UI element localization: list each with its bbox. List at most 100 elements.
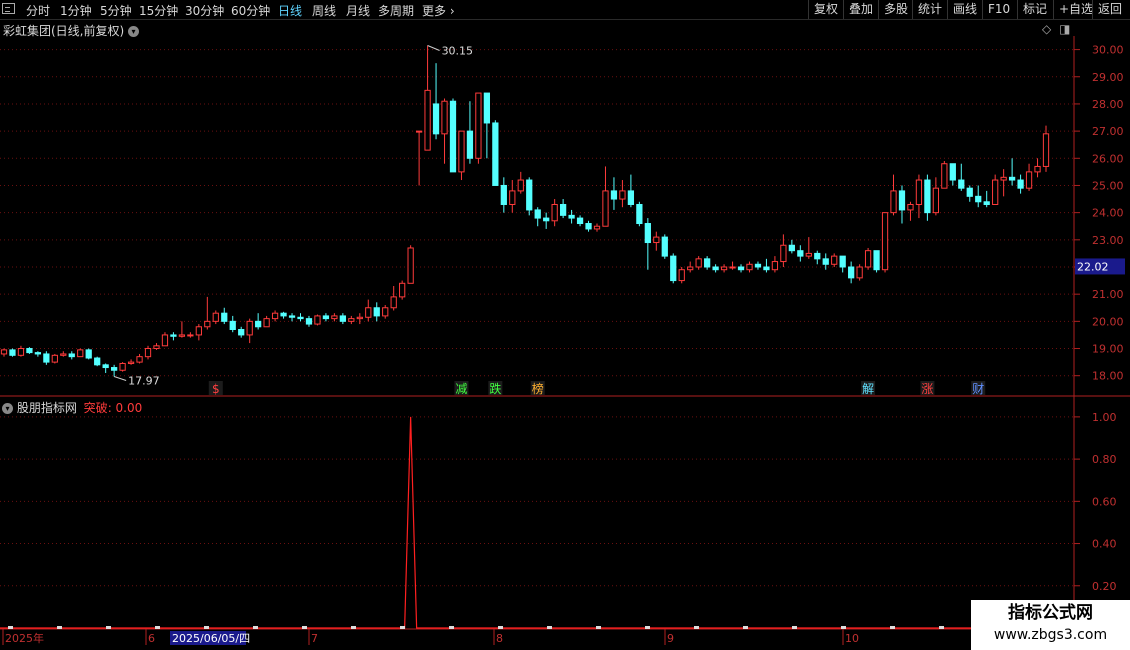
candle-120 (1017, 179, 1024, 189)
candle-121 (1025, 171, 1033, 189)
x-tick-label-1: 6 (148, 632, 155, 645)
marker-5: 涨 (921, 381, 933, 396)
candle-69 (585, 223, 592, 230)
candle-12 (102, 364, 109, 369)
x-tick-label-0: 2025年 (5, 631, 44, 645)
candle-25 (212, 312, 219, 322)
y-tick-label-7: 23.00 (1092, 234, 1124, 247)
candle-91 (771, 261, 779, 271)
candle-4 (34, 352, 42, 355)
candle-109 (924, 179, 931, 214)
candle-105 (890, 190, 897, 214)
period-tab-1[interactable]: 1分钟 (60, 2, 92, 19)
period-tab-2[interactable]: 5分钟 (100, 2, 132, 19)
chevron-down-icon[interactable]: ▾ (128, 26, 140, 37)
indicator-baseline-dot-12 (596, 626, 601, 629)
period-tab-3[interactable]: 15分钟 (139, 2, 178, 19)
candle-56 (475, 92, 482, 159)
candle-73 (619, 190, 626, 200)
period-tab-5[interactable]: 60分钟 (231, 2, 270, 19)
toolbar-button-2[interactable]: 多股 (878, 0, 913, 19)
candle-70 (593, 225, 601, 230)
candle-23 (195, 326, 202, 336)
toolbar-button-1[interactable]: 叠加 (843, 0, 878, 19)
candle-84 (712, 266, 719, 271)
indicator-baseline-dot-10 (498, 626, 503, 629)
period-tab-9[interactable]: 多周期 (378, 2, 414, 19)
candle-89 (754, 263, 762, 268)
y-tick-label-4: 26.00 (1092, 152, 1124, 165)
candle-19 (161, 334, 169, 347)
period-tab-10[interactable]: 更多 › (422, 2, 455, 19)
candle-103 (873, 250, 880, 271)
low-pointer (113, 376, 127, 381)
candle-93 (788, 244, 795, 252)
candle-79 (670, 255, 677, 282)
candle-51 (432, 103, 440, 135)
date-cursor-label: 2025/06/05/四 (172, 632, 250, 645)
candle-8 (68, 353, 75, 358)
toolbar-button-8[interactable]: 返回 (1092, 0, 1127, 19)
period-tab-4[interactable]: 30分钟 (185, 2, 224, 19)
candle-111 (941, 163, 948, 189)
candle-50 (424, 89, 431, 151)
candle-77 (653, 236, 660, 244)
diamond-icon[interactable]: ◇ (1042, 22, 1051, 36)
indicator-baseline-dot-16 (792, 626, 797, 629)
candle-11 (94, 357, 101, 366)
candle-28 (238, 328, 245, 336)
candle-34 (288, 315, 296, 318)
panel-toggle-icon[interactable]: ◨ (1059, 22, 1070, 36)
indicator-baseline-dot-15 (743, 626, 748, 629)
period-tab-8[interactable]: 月线 (346, 2, 370, 19)
candle-16 (136, 356, 143, 363)
toolbar-button-0[interactable]: 复权 (808, 0, 843, 19)
period-tab-6[interactable]: 日线 (278, 2, 302, 19)
candle-33 (280, 312, 287, 317)
y-tick-label-2: 28.00 (1092, 98, 1124, 111)
candle-112 (949, 163, 956, 181)
candle-116 (983, 201, 990, 205)
candle-30 (255, 320, 262, 328)
period-tab-0[interactable]: 分时 (26, 2, 50, 19)
candle-100 (848, 266, 855, 279)
toolbar-button-5[interactable]: F10 (982, 0, 1015, 19)
indicator-series-value: 0.00 (115, 401, 143, 415)
candle-108 (915, 179, 923, 205)
y-tick-label-12: 18.00 (1092, 370, 1124, 383)
toolbar-button-4[interactable]: 画线 (947, 0, 982, 19)
toolbar-button-6[interactable]: 标记 (1017, 0, 1052, 19)
period-tab-7[interactable]: 周线 (312, 2, 336, 19)
toolbar-button-3[interactable]: 统计 (912, 0, 947, 19)
indicator-baseline-dot-7 (351, 626, 356, 629)
candle-0 (0, 349, 8, 355)
candle-35 (297, 316, 304, 320)
chevron-down-icon[interactable]: ▾ (2, 403, 13, 414)
candle-95 (805, 252, 812, 257)
candle-110 (932, 187, 939, 214)
candle-57 (483, 92, 491, 124)
candle-101 (856, 266, 863, 279)
candle-117 (992, 179, 999, 205)
marker-4: 解 (862, 382, 874, 396)
candle-104 (881, 212, 889, 271)
indicator-series-label: 突破 (83, 401, 108, 415)
x-tick-label-4: 8 (496, 632, 503, 645)
candle-97 (822, 258, 829, 265)
candle-10 (85, 349, 92, 359)
candle-118 (1000, 176, 1007, 181)
ind-y-tick-label-0: 1.00 (1092, 411, 1117, 424)
candle-17 (144, 348, 152, 358)
candle-36 (305, 318, 313, 325)
candle-21 (178, 334, 186, 337)
y-tick-label-1: 29.00 (1092, 71, 1124, 84)
candle-13 (111, 367, 118, 371)
watermark-logo: 指标公式网 www.zbgs3.com (971, 600, 1130, 650)
candle-88 (746, 263, 753, 271)
candle-46 (390, 296, 397, 309)
y-tick-label-6: 24.00 (1092, 207, 1124, 220)
low-price-label: 17.97 (128, 375, 160, 388)
candle-45 (382, 307, 389, 317)
candle-63 (534, 209, 541, 219)
menu-icon[interactable] (2, 3, 15, 14)
